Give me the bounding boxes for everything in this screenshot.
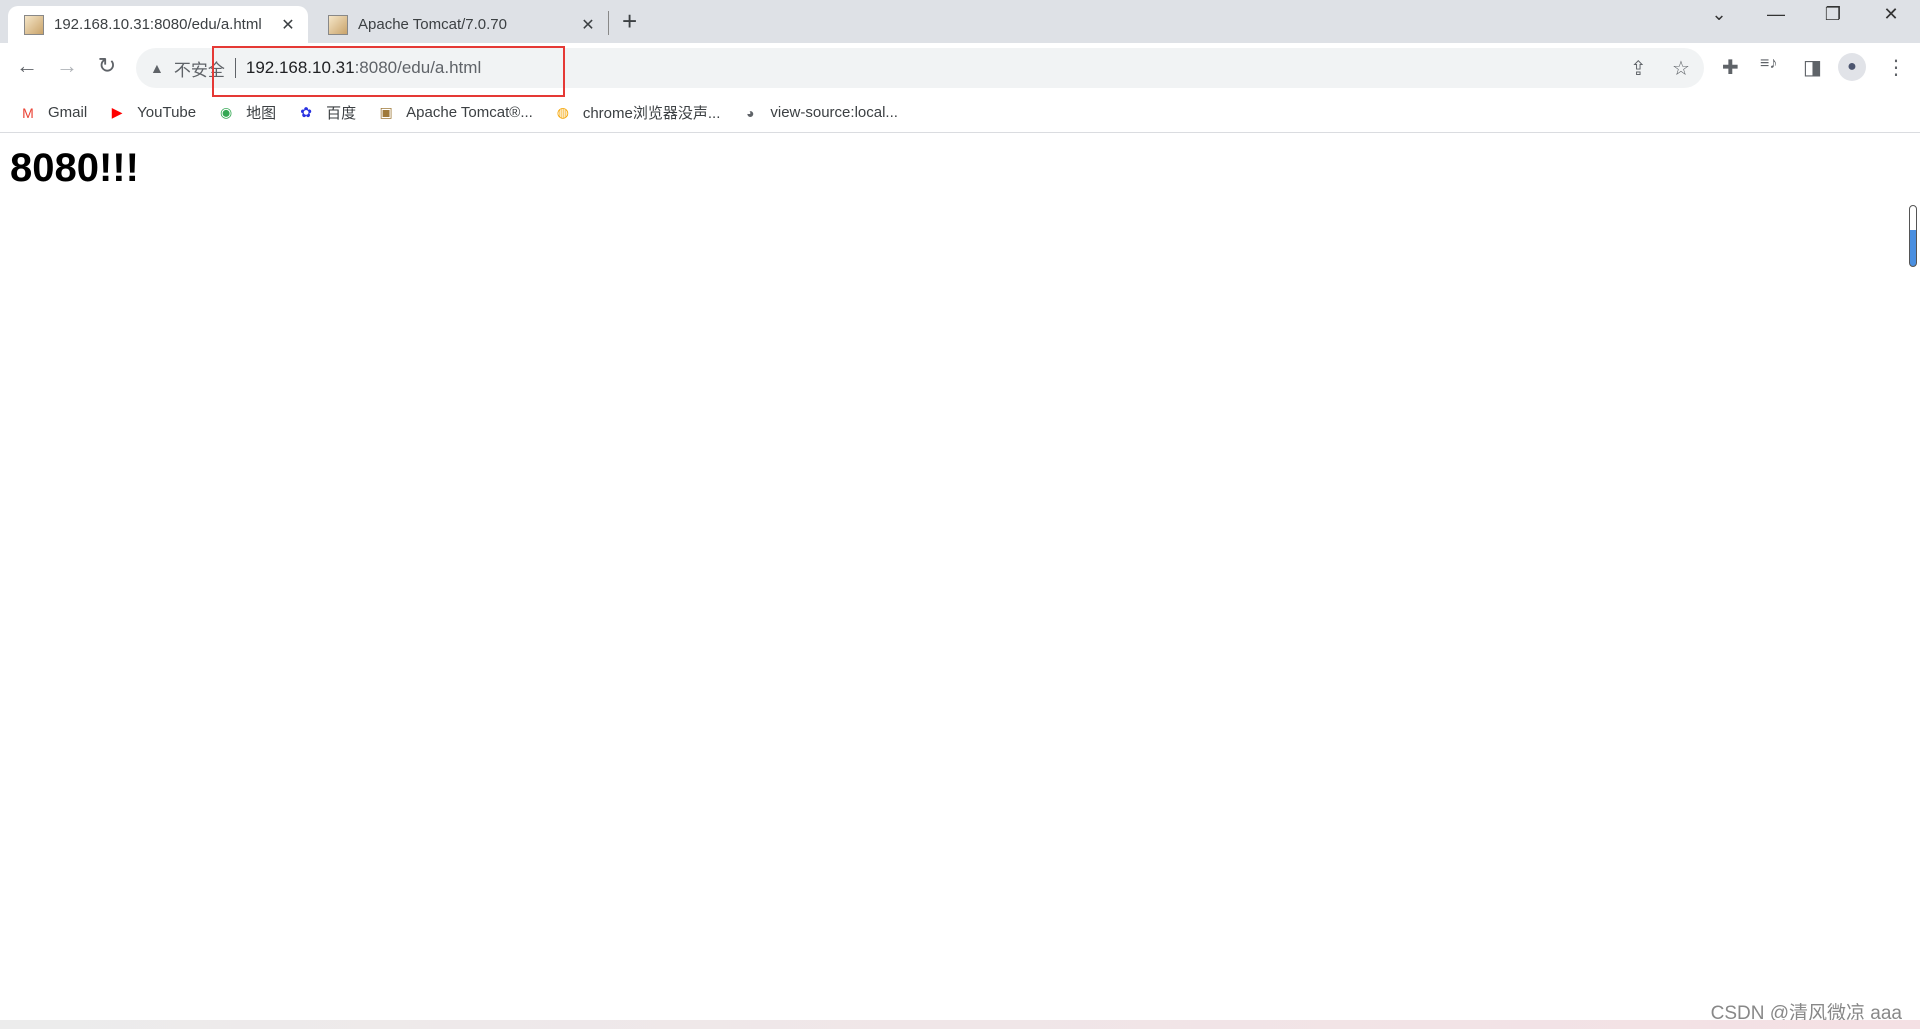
tab-title: Apache Tomcat/7.0.70 [358, 16, 507, 33]
taskbar-strip [0, 1020, 1920, 1029]
bookmark-icon: M [22, 104, 34, 121]
forward-button[interactable]: → [52, 53, 82, 79]
bookmark-star-icon[interactable]: ☆ [1672, 56, 1690, 81]
side-panel-icon[interactable]: ◨ [1803, 55, 1822, 80]
tab-strip: 192.168.10.31:8080/edu/a.html ✕ Apache T… [0, 0, 1920, 43]
menu-icon[interactable]: ⋮ [1886, 55, 1906, 80]
back-button[interactable]: ← [12, 53, 42, 79]
bookmark-icon: ▣ [379, 104, 393, 120]
tab-search-icon[interactable]: ⌄ [1696, 4, 1742, 25]
reload-button[interactable]: ↻ [92, 53, 122, 79]
extensions-icon[interactable]: ✚ [1722, 55, 1739, 80]
media-control-icon[interactable]: ≡♪ [1760, 55, 1777, 73]
bookmark-icon: ▶ [111, 104, 123, 120]
tab-active[interactable]: 192.168.10.31:8080/edu/a.html ✕ [8, 6, 308, 43]
page-heading: 8080!!! [10, 146, 139, 190]
warning-icon[interactable]: ▲ [150, 60, 164, 76]
bookmarks-bar: M Gmail ▶ YouTube ◉ 地图 ✿ 百度 ▣ Apache Tomcat®... ◍ c… [0, 93, 1920, 133]
tomcat-favicon-icon [328, 14, 348, 35]
bookmark-label: view-source:local... [770, 104, 898, 121]
bookmark-label: Gmail [48, 104, 88, 121]
bookmark-item[interactable]: ◉ 地图 [216, 102, 276, 123]
bookmark-icon: ✿ [300, 104, 312, 120]
profile-icon: ● [1847, 58, 1857, 75]
bookmark-label: 百度 [326, 105, 357, 122]
bookmark-item[interactable]: ▶ YouTube [107, 103, 196, 123]
minimize-button[interactable]: — [1753, 4, 1799, 25]
tab-close-icon[interactable]: ✕ [576, 15, 600, 35]
url-highlight-box [212, 46, 565, 97]
scrollbar[interactable] [1909, 205, 1917, 267]
tab-title: 192.168.10.31:8080/edu/a.html [54, 16, 262, 33]
bookmark-item[interactable]: ✿ 百度 [296, 102, 356, 123]
bookmark-label: Apache Tomcat®... [406, 104, 533, 121]
bookmark-item[interactable]: M Gmail [18, 103, 87, 123]
bookmark-icon: ◕ [746, 104, 755, 121]
bookmark-item[interactable]: ▣ Apache Tomcat®... [376, 103, 533, 123]
tab-inactive[interactable]: Apache Tomcat/7.0.70 ✕ [312, 6, 608, 43]
close-window-button[interactable]: ✕ [1868, 4, 1914, 25]
tab-close-icon[interactable]: ✕ [276, 15, 300, 35]
profile-avatar[interactable]: ● [1838, 53, 1866, 81]
bookmark-icon: ◉ [220, 104, 233, 120]
bookmark-item[interactable]: ◍ chrome浏览器没声... [553, 102, 721, 123]
restore-button[interactable]: ❐ [1810, 4, 1856, 25]
tab-separator [608, 11, 609, 35]
tomcat-favicon-icon [24, 14, 44, 35]
bookmark-label: chrome浏览器没声... [582, 105, 721, 122]
share-icon[interactable]: ⇪ [1630, 56, 1647, 81]
bookmark-label: 地图 [246, 105, 277, 122]
new-tab-button[interactable]: + [622, 6, 637, 37]
bookmark-icon: ◍ [556, 104, 569, 120]
bookmark-label: YouTube [137, 104, 197, 121]
bookmark-item[interactable]: ◕ view-source:local... [740, 103, 898, 123]
